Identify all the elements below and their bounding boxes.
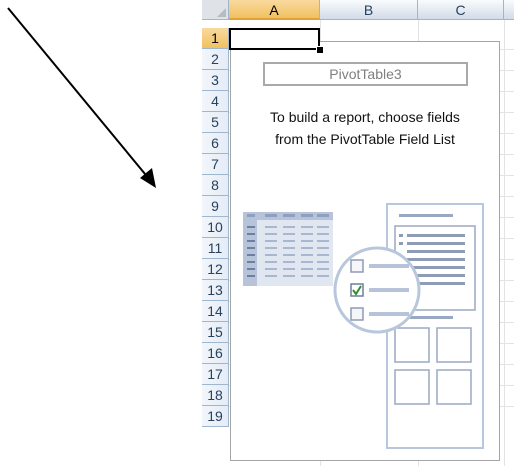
row-header-1[interactable]: 1 [202, 28, 229, 49]
row-header-8[interactable]: 8 [202, 175, 229, 196]
column-header-b[interactable]: B [320, 0, 418, 20]
spreadsheet-grid[interactable]: A B C 1 2 3 4 5 6 7 8 9 10 11 12 13 14 1… [202, 0, 514, 466]
select-all-corner[interactable] [202, 0, 229, 20]
row-header-12[interactable]: 12 [202, 259, 229, 280]
pivot-instruction-line-1: To build a report, choose fields [270, 109, 460, 125]
column-header-a[interactable]: A [229, 0, 320, 20]
row-header-10[interactable]: 10 [202, 217, 229, 238]
column-header-c[interactable]: C [418, 0, 504, 20]
row-header-17[interactable]: 17 [202, 364, 229, 385]
row-header-16[interactable]: 16 [202, 343, 229, 364]
fill-handle[interactable] [316, 46, 324, 54]
row-header-2[interactable]: 2 [202, 49, 229, 70]
annotation-arrow-icon [7, 7, 156, 188]
row-header-13[interactable]: 13 [202, 280, 229, 301]
row-header-3[interactable]: 3 [202, 70, 229, 91]
row-header-18[interactable]: 18 [202, 385, 229, 406]
pivot-instruction-line-2: from the PivotTable Field List [275, 131, 455, 147]
row-header-6[interactable]: 6 [202, 133, 229, 154]
active-cell-a1[interactable] [229, 28, 320, 50]
row-header-5[interactable]: 5 [202, 112, 229, 133]
row-header-15[interactable]: 15 [202, 322, 229, 343]
pivot-table-name: PivotTable3 [263, 62, 468, 86]
pivot-table-placeholder[interactable]: PivotTable3 To build a report, choose fi… [230, 41, 500, 461]
row-header-4[interactable]: 4 [202, 91, 229, 112]
row-header-14[interactable]: 14 [202, 301, 229, 322]
row-header-11[interactable]: 11 [202, 238, 229, 259]
row-header-9[interactable]: 9 [202, 196, 229, 217]
pivot-instructions: To build a report, choose fields from th… [231, 106, 499, 150]
row-header-7[interactable]: 7 [202, 154, 229, 175]
column-header-d-partial[interactable] [504, 0, 514, 20]
row-header-19[interactable]: 19 [202, 406, 229, 427]
pivot-field-list-illustration-icon [243, 203, 484, 449]
